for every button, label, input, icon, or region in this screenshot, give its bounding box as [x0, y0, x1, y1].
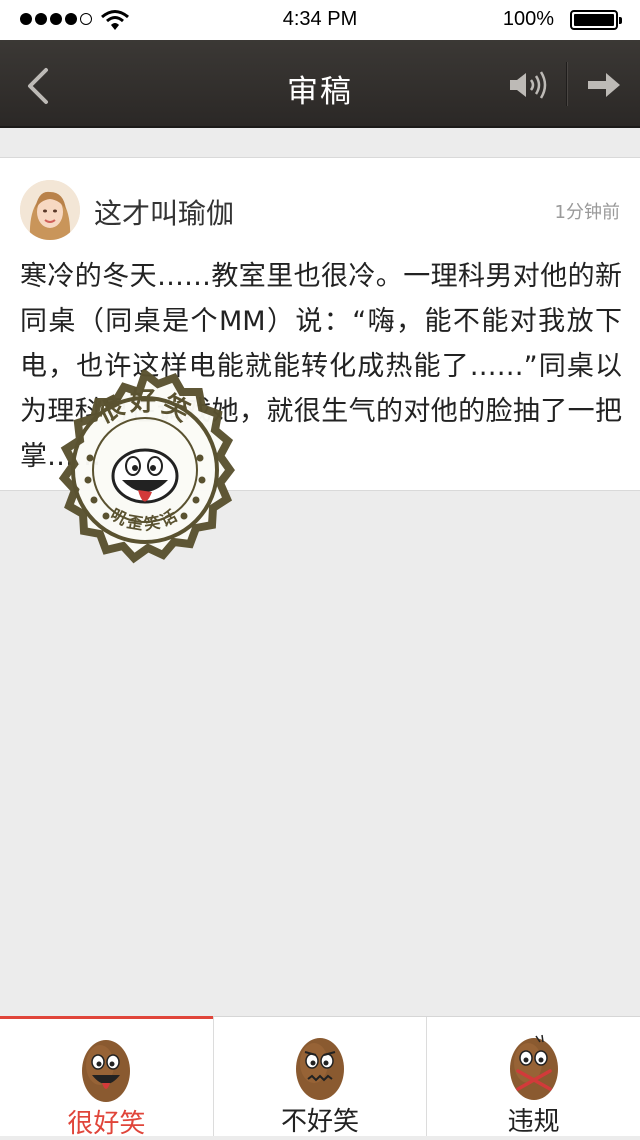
tab-bar: 很好笑 不好笑 违规	[0, 1016, 640, 1139]
tab-label: 很好笑	[67, 1109, 146, 1139]
worried-potato-icon	[296, 1038, 344, 1100]
battery-icon	[570, 10, 622, 30]
crossed-potato-icon	[509, 1034, 558, 1100]
tab-label: 不好笑	[281, 1107, 360, 1137]
nav-divider	[566, 62, 568, 106]
post-author[interactable]: 这才叫瑜伽	[94, 192, 234, 232]
avatar[interactable]	[20, 180, 80, 240]
post-timestamp: 1分钟前	[554, 202, 620, 223]
status-bar: 4:34 PM 100%	[0, 0, 640, 40]
speaker-icon[interactable]	[508, 70, 550, 100]
laughing-potato-icon	[82, 1040, 131, 1102]
next-arrow-icon[interactable]	[586, 70, 622, 100]
battery-percent: 100%	[502, 8, 554, 30]
tab-violation[interactable]: 违规	[426, 1017, 640, 1137]
tab-label: 违规	[507, 1107, 560, 1137]
funny-stamp-icon: 很好笑 叽歪笑话	[58, 370, 235, 564]
nav-bar: 审稿	[0, 40, 640, 128]
tab-not-funny[interactable]: 不好笑	[212, 1017, 427, 1137]
tab-very-funny[interactable]: 很好笑	[0, 1016, 213, 1139]
